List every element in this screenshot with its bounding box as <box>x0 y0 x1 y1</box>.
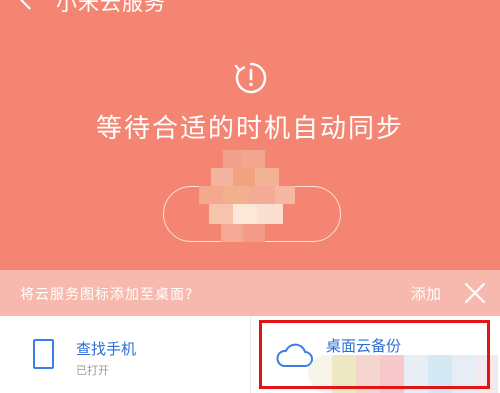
sync-status-text: 等待合适的时机自动同步 <box>95 114 404 144</box>
add-to-desktop-banner: 将云服务图标添加至桌面? 添加 <box>0 270 500 316</box>
close-icon[interactable] <box>462 280 488 306</box>
back-button[interactable] <box>18 0 38 12</box>
top-bar: 小米云服务 <box>0 0 500 16</box>
find-phone-title: 查找手机 <box>76 340 137 358</box>
find-phone-tile[interactable]: 查找手机 已打开 <box>0 316 250 393</box>
phone-icon <box>33 339 54 369</box>
hero-panel: 小米云服务 等待合适的时机自动同步 <box>0 0 500 270</box>
desktop-backup-title: 桌面云备份 <box>326 337 402 355</box>
banner-text: 将云服务图标添加至桌面? <box>20 287 194 303</box>
pixelated-region-bottom <box>308 355 498 393</box>
page-title: 小米云服务 <box>56 0 166 15</box>
add-button[interactable]: 添加 <box>411 283 441 304</box>
pixelated-region <box>199 150 299 242</box>
sync-clock-icon <box>234 62 267 94</box>
find-phone-status: 已打开 <box>76 364 109 377</box>
